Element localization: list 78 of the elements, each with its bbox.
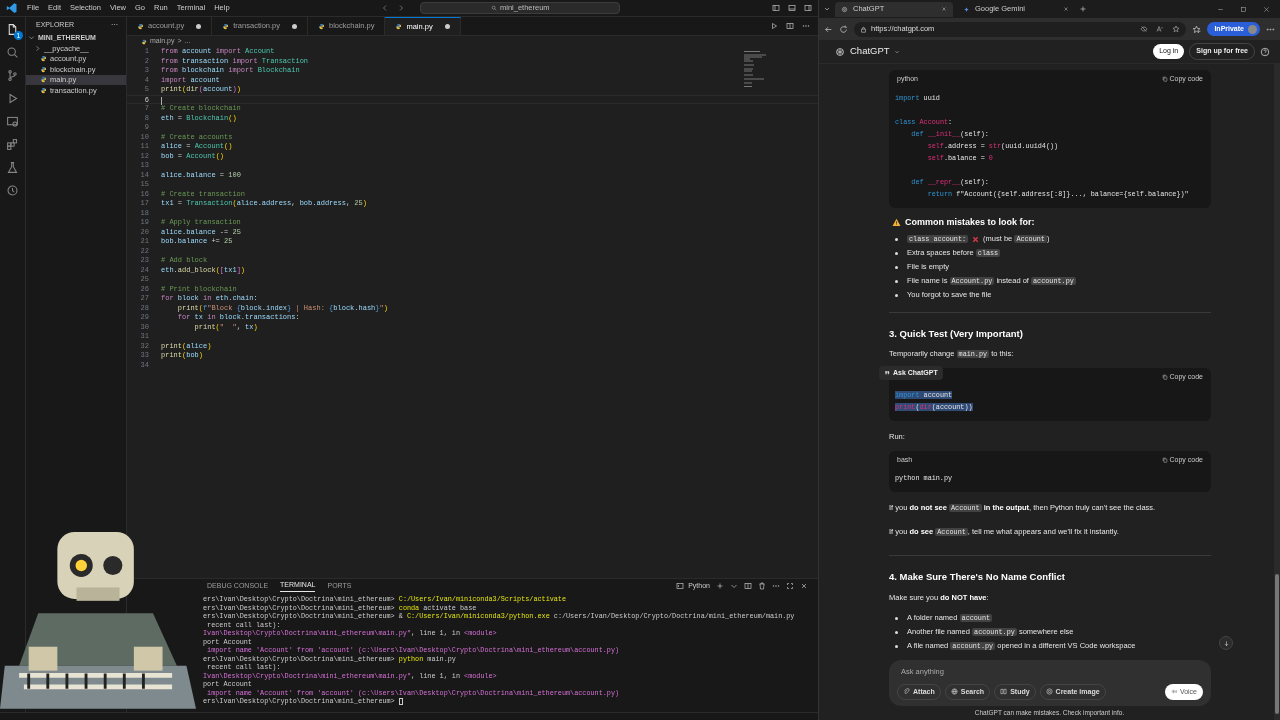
bullet-icon xyxy=(895,293,898,297)
quote-icon xyxy=(884,370,890,376)
warning-icon xyxy=(892,217,901,227)
layout-icon[interactable] xyxy=(772,4,780,12)
python-file-icon xyxy=(137,22,144,30)
tab-actions-icon[interactable] xyxy=(823,5,831,13)
python-file-icon xyxy=(318,22,325,30)
files-icon[interactable] xyxy=(6,23,19,36)
search-icon[interactable] xyxy=(6,46,19,59)
section-title: 4. Make Sure There's No Name Conflict xyxy=(889,571,1065,583)
remote-explorer-icon[interactable] xyxy=(6,115,19,128)
help-icon[interactable] xyxy=(1260,46,1270,57)
back-arrow-icon[interactable] xyxy=(824,24,833,34)
python-file-icon xyxy=(40,86,47,94)
chevron-down-icon xyxy=(893,48,900,55)
chat-logo-icon xyxy=(841,5,848,13)
flask-icon[interactable] xyxy=(6,161,19,174)
section-title: 3. Quick Test (Very Important) xyxy=(889,328,1023,339)
sparkle-icon xyxy=(963,5,970,13)
run-icon[interactable] xyxy=(770,22,778,30)
timeline-icon[interactable] xyxy=(6,184,19,197)
close-icon[interactable] xyxy=(800,582,808,590)
star-icon[interactable] xyxy=(1172,25,1181,33)
copy-icon xyxy=(1161,374,1168,380)
source-control-icon[interactable] xyxy=(6,69,19,82)
bullet-icon xyxy=(895,616,898,620)
bullet-icon xyxy=(895,644,898,648)
lock-icon xyxy=(860,25,867,33)
scroll-down-button[interactable] xyxy=(1219,636,1233,650)
read-aloud-icon[interactable] xyxy=(1156,25,1165,33)
copy-icon xyxy=(1161,457,1168,463)
python-file-icon xyxy=(40,76,47,84)
more-icon[interactable] xyxy=(772,582,780,590)
bullet-icon xyxy=(895,265,898,269)
favorites-icon[interactable] xyxy=(1192,24,1202,34)
minimap-drawing xyxy=(744,51,766,87)
eye-off-icon[interactable] xyxy=(1140,25,1149,33)
scrollbar-thumb[interactable] xyxy=(1275,574,1279,714)
model-selector[interactable]: ChatGPT xyxy=(850,44,900,59)
chat-logo-icon[interactable] xyxy=(835,46,845,57)
vscode-logo-icon xyxy=(6,2,18,14)
new-tab-icon[interactable] xyxy=(1079,5,1087,13)
bullet-icon xyxy=(895,237,898,241)
refresh-icon[interactable] xyxy=(839,24,848,34)
copy-icon xyxy=(1161,76,1168,83)
python-file-icon xyxy=(40,55,47,63)
layout-icon[interactable] xyxy=(804,4,812,12)
extensions-icon[interactable] xyxy=(6,138,19,151)
split-editor-icon[interactable] xyxy=(786,22,794,30)
avatar xyxy=(1248,24,1257,34)
layout-icon[interactable] xyxy=(788,4,796,12)
bullet-icon xyxy=(895,279,898,283)
plus-icon[interactable] xyxy=(716,582,724,590)
bullet-icon xyxy=(895,251,898,255)
paperclip-icon xyxy=(903,688,910,696)
terminal-icon xyxy=(676,582,685,590)
maximize-icon[interactable] xyxy=(1240,5,1247,13)
bullet-icon xyxy=(895,630,898,634)
cross-icon xyxy=(972,235,980,243)
python-file-icon xyxy=(141,38,147,45)
maximize-icon[interactable] xyxy=(786,582,794,590)
close-icon[interactable] xyxy=(1263,5,1270,13)
python-file-icon xyxy=(395,23,403,30)
close-icon[interactable] xyxy=(1063,6,1069,12)
text-caret xyxy=(161,96,162,105)
globe-icon xyxy=(950,688,958,696)
waveform-icon xyxy=(1170,688,1178,696)
split-terminal-icon[interactable] xyxy=(744,582,752,590)
close-icon[interactable] xyxy=(941,6,947,12)
search-icon xyxy=(490,5,497,11)
book-icon xyxy=(1000,688,1008,696)
python-file-icon xyxy=(222,22,230,30)
arrow-down-icon xyxy=(1222,639,1230,647)
more-icon[interactable] xyxy=(802,22,810,30)
section-heading: Common mistakes to look for: xyxy=(905,215,1035,229)
run-debug-icon[interactable] xyxy=(6,92,19,105)
trash-icon[interactable] xyxy=(758,582,766,590)
python-file-icon xyxy=(40,65,47,73)
